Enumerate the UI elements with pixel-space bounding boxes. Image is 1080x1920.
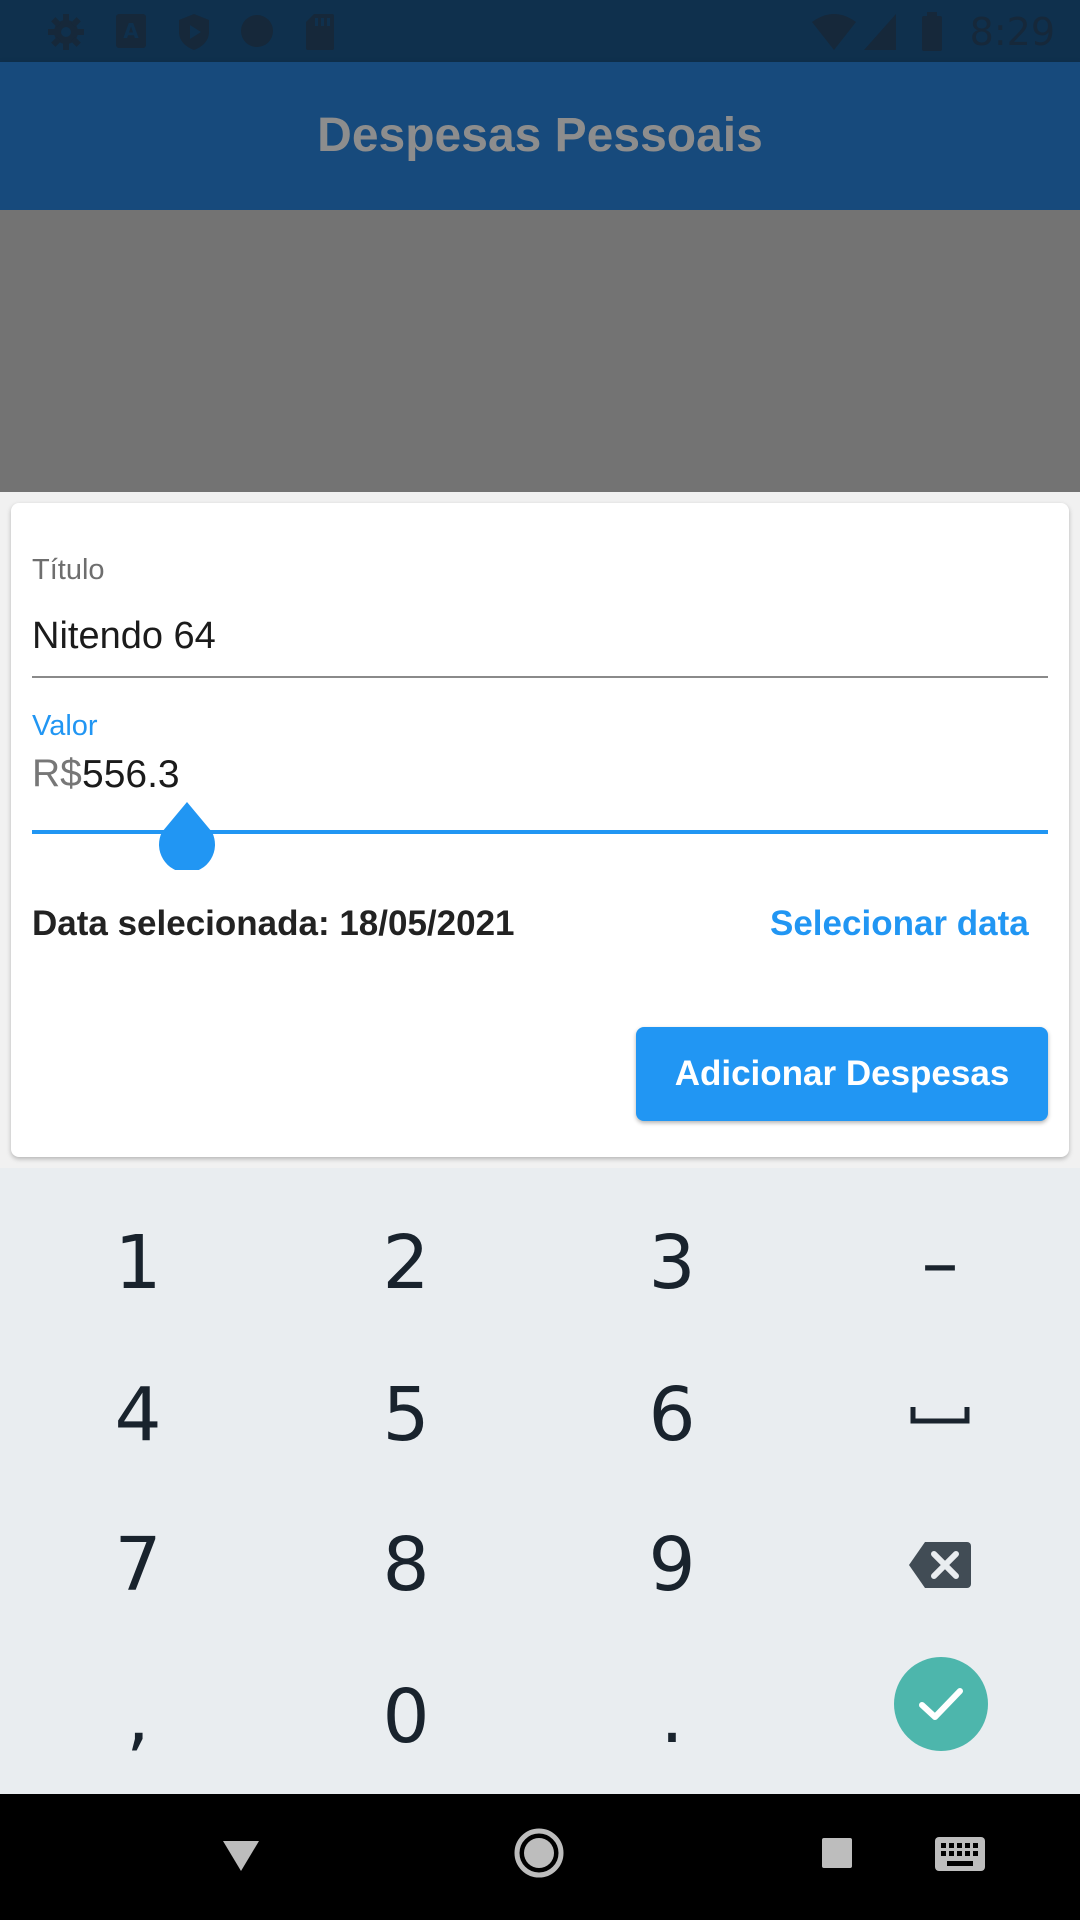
- font-download-icon: A: [116, 14, 146, 48]
- titulo-label: Título: [32, 554, 105, 586]
- add-expense-button[interactable]: Adicionar Despesas: [636, 1027, 1048, 1121]
- key-comma[interactable]: ,: [28, 1642, 248, 1792]
- text-cursor-handle[interactable]: [158, 802, 216, 870]
- play-protect-icon: [179, 14, 209, 50]
- check-icon: [919, 1688, 963, 1720]
- key-5[interactable]: 5: [296, 1340, 516, 1490]
- space-icon: [910, 1407, 970, 1424]
- back-icon[interactable]: [220, 1838, 262, 1874]
- titulo-input[interactable]: [32, 596, 1048, 676]
- key-7[interactable]: 7: [28, 1490, 248, 1640]
- select-date-button[interactable]: Selecionar data: [770, 904, 1029, 944]
- key-8[interactable]: 8: [296, 1490, 516, 1640]
- wifi-icon: [812, 14, 856, 50]
- valor-prefix: R$: [32, 752, 82, 795]
- backspace-icon: [909, 1542, 971, 1588]
- home-icon[interactable]: [513, 1827, 565, 1879]
- sd-card-icon: [306, 14, 334, 50]
- selected-date-text: Data selecionada: 18/05/2021: [32, 904, 515, 943]
- app-title: Despesas Pessoais: [317, 109, 763, 162]
- key-minus[interactable]: –: [830, 1188, 1050, 1338]
- key-space[interactable]: [830, 1340, 1050, 1490]
- done-key[interactable]: [894, 1657, 988, 1751]
- circle-icon: [241, 15, 273, 47]
- valor-label: Valor: [32, 710, 98, 742]
- modal-scrim[interactable]: [0, 210, 1080, 492]
- key-2[interactable]: 2: [296, 1188, 516, 1338]
- key-3[interactable]: 3: [562, 1188, 782, 1338]
- navigation-bar: [0, 1794, 1080, 1920]
- key-9[interactable]: 9: [562, 1490, 782, 1640]
- app-bar: Despesas Pessoais: [0, 62, 1080, 210]
- key-backspace[interactable]: [830, 1490, 1050, 1640]
- status-bar: A 8:29: [0, 0, 1080, 62]
- valor-input[interactable]: [82, 750, 482, 800]
- key-period[interactable]: .: [562, 1642, 782, 1792]
- battery-icon: [922, 12, 942, 51]
- settings-icon: [48, 14, 84, 50]
- key-6[interactable]: 6: [562, 1340, 782, 1490]
- clock: 8:29: [969, 10, 1055, 54]
- keyboard-switch-icon[interactable]: [934, 1836, 986, 1872]
- key-1[interactable]: 1: [28, 1188, 248, 1338]
- svg-text:A: A: [123, 19, 139, 43]
- key-4[interactable]: 4: [28, 1340, 248, 1490]
- key-0[interactable]: 0: [296, 1642, 516, 1792]
- signal-icon: [864, 14, 896, 50]
- recents-icon[interactable]: [820, 1836, 854, 1870]
- titulo-underline: [32, 676, 1048, 678]
